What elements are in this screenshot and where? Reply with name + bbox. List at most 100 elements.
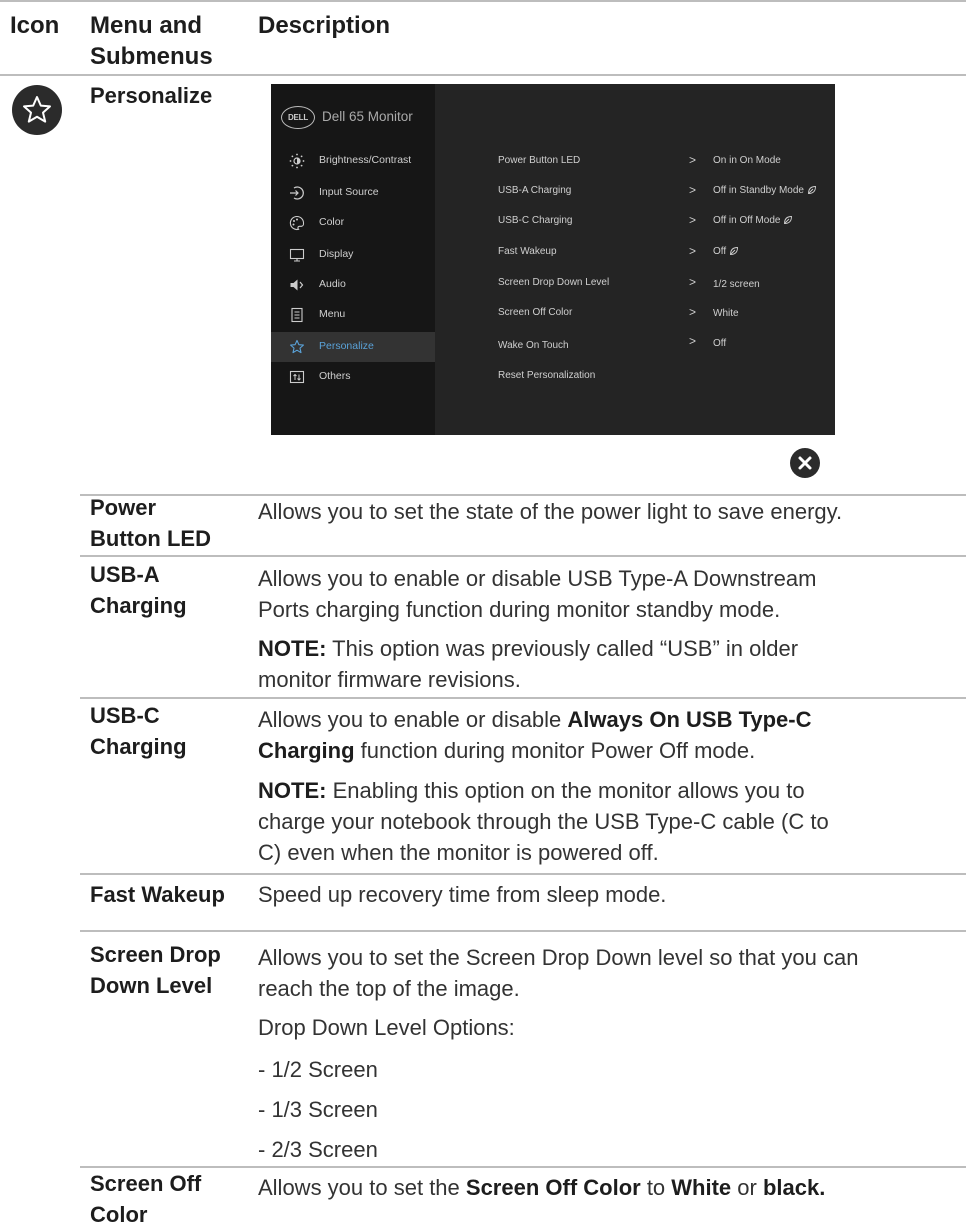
row-rule (80, 873, 966, 875)
row-desc-usba: Allows you to enable or disable USB Type… (258, 563, 958, 625)
osd-val-screen-off-color: White (713, 308, 739, 319)
speaker-icon (289, 277, 305, 293)
osd-item-label: Input Source (319, 186, 379, 198)
chevron-right-icon: > (689, 334, 697, 348)
drop-down-options-title: Drop Down Level Options: (258, 1015, 515, 1040)
brightness-icon (289, 153, 305, 169)
osd-monitor-title: Dell 65 Monitor (322, 109, 413, 124)
star-icon (12, 85, 62, 135)
drop-down-option: - 1/2 Screen (258, 1057, 378, 1082)
menu-icon (289, 307, 305, 323)
desc-line: Allows you to set the Screen Drop Down l… (258, 945, 859, 970)
osd-val-drop-down: 1/2 screen (713, 279, 760, 290)
osd-item-label: Menu (319, 308, 346, 320)
osd-item-label: Color (319, 216, 345, 228)
osd-sub-fast-wakeup[interactable]: Fast Wakeup (498, 246, 557, 257)
row-note-usbc: NOTE: Enabling this option on the monito… (258, 775, 958, 868)
row-desc-usbc: Allows you to enable or disable Always O… (258, 704, 958, 766)
osd-item-label: Brightness/Contrast (319, 154, 412, 166)
desc-text: function during monitor Power Off mode. (354, 738, 756, 763)
osd-item-display[interactable]: Display (271, 240, 435, 270)
desc-text: Allows you to enable or disable (258, 707, 568, 732)
desc-bold: black. (762, 1175, 826, 1200)
color-palette-icon (289, 215, 305, 231)
osd-val-fast-wakeup: Off (713, 246, 739, 257)
desc-bold: Charging (258, 738, 355, 763)
desc-bold: Screen Off Color (465, 1175, 641, 1200)
header-menu-column: Menu and Submenus (90, 10, 213, 72)
others-icon (289, 369, 305, 385)
row-desc-drop-down: Allows you to set the Screen Drop Down l… (258, 942, 958, 1004)
osd-sub-power-led[interactable]: Power Button LED (498, 155, 580, 166)
leaf-icon (730, 247, 739, 256)
row-label-power-led: Power Button LED (90, 492, 255, 554)
osd-item-brightness[interactable]: Brightness/Contrast (271, 146, 435, 176)
row-label-line: Down Level (90, 973, 213, 998)
osd-sub-drop-down[interactable]: Screen Drop Down Level (498, 277, 609, 288)
osd-val-usbc-text: Off in Off Mode (713, 215, 781, 226)
row-desc-fast-wakeup: Speed up recovery time from sleep mode. (258, 882, 667, 907)
row-rule (80, 930, 966, 932)
row-label-line: Power (90, 495, 157, 520)
leaf-icon (808, 186, 816, 195)
header-rule (0, 74, 966, 76)
osd-val-power-led: On in On Mode (713, 155, 781, 166)
osd-item-audio[interactable]: Audio (271, 270, 435, 300)
osd-item-others[interactable]: Others (271, 362, 435, 392)
osd-item-color[interactable]: Color (271, 208, 435, 238)
row-rule (80, 555, 966, 557)
header-icon-column: Icon (10, 12, 60, 39)
chevron-right-icon: > (689, 244, 697, 258)
desc-text: to (640, 1175, 672, 1200)
desc-line: Allows you to enable or disable USB Type… (258, 566, 817, 591)
osd-item-personalize[interactable]: Personalize (271, 332, 435, 362)
desc-line: Ports charging function during monitor s… (258, 597, 781, 622)
note-label: NOTE: (258, 778, 327, 803)
chevron-right-icon: > (689, 275, 697, 289)
header-menu-line2: Submenus (90, 43, 213, 70)
osd-sub-reset[interactable]: Reset Personalization (498, 370, 595, 381)
note-text: This option was previously called “USB” … (326, 636, 799, 661)
osd-item-label: Display (319, 248, 354, 260)
row-label-usbc: USB-C Charging (90, 700, 255, 762)
drop-down-option: - 2/3 Screen (258, 1137, 378, 1162)
row-note-usba: NOTE: This option was previously called … (258, 633, 958, 695)
osd-item-menu[interactable]: Menu (271, 300, 435, 330)
osd-item-label: Personalize (319, 340, 374, 352)
input-source-icon (289, 185, 305, 201)
osd-main-menu: DELL Dell 65 Monitor Brightness/Contrast… (271, 84, 435, 435)
desc-bold: White (671, 1175, 732, 1200)
osd-sub-screen-off-color[interactable]: Screen Off Color (498, 307, 572, 318)
osd-val-usba: Off in Standby Mode (713, 185, 817, 196)
chevron-right-icon: > (689, 153, 697, 167)
osd-sub-usba[interactable]: USB-A Charging (498, 185, 571, 196)
row-label-usba: USB-A Charging (90, 559, 255, 621)
top-rule (0, 0, 966, 2)
osd-val-usba-text: Off in Standby Mode (713, 185, 804, 196)
note-text: Enabling this option on the monitor allo… (326, 778, 805, 803)
note-text: C) even when the monitor is powered off. (258, 840, 659, 865)
row-desc-power-led: Allows you to set the state of the power… (258, 499, 843, 524)
row-label-line: Screen Off (90, 1171, 202, 1196)
row-rule (80, 697, 966, 699)
row-label-screen-off: Screen Off Color (90, 1168, 255, 1230)
row-label-fast-wakeup: Fast Wakeup (90, 882, 225, 907)
header-menu-line1: Menu and (90, 12, 202, 39)
header-description-column: Description (258, 12, 391, 39)
osd-sub-wake-on-touch[interactable]: Wake On Touch (498, 340, 569, 351)
osd-sub-usbc[interactable]: USB-C Charging (498, 215, 572, 226)
leaf-icon (784, 216, 793, 225)
note-label: NOTE: (258, 636, 327, 661)
osd-item-input-source[interactable]: Input Source (271, 178, 435, 208)
chevron-right-icon: > (689, 305, 697, 319)
row-desc-screen-off: Allows you to set the Screen Off Color t… (258, 1172, 958, 1203)
osd-val-fast-wakeup-text: Off (713, 246, 727, 257)
section-label: Personalize (90, 83, 213, 108)
chevron-right-icon: > (689, 213, 697, 227)
chevron-right-icon: > (689, 183, 697, 197)
osd-val-wake-on-touch: Off (713, 338, 727, 349)
star-icon (289, 339, 305, 355)
close-icon[interactable] (790, 448, 820, 478)
row-label-line: USB-C (90, 703, 160, 728)
row-label-drop-down: Screen Drop Down Level (90, 939, 255, 1001)
